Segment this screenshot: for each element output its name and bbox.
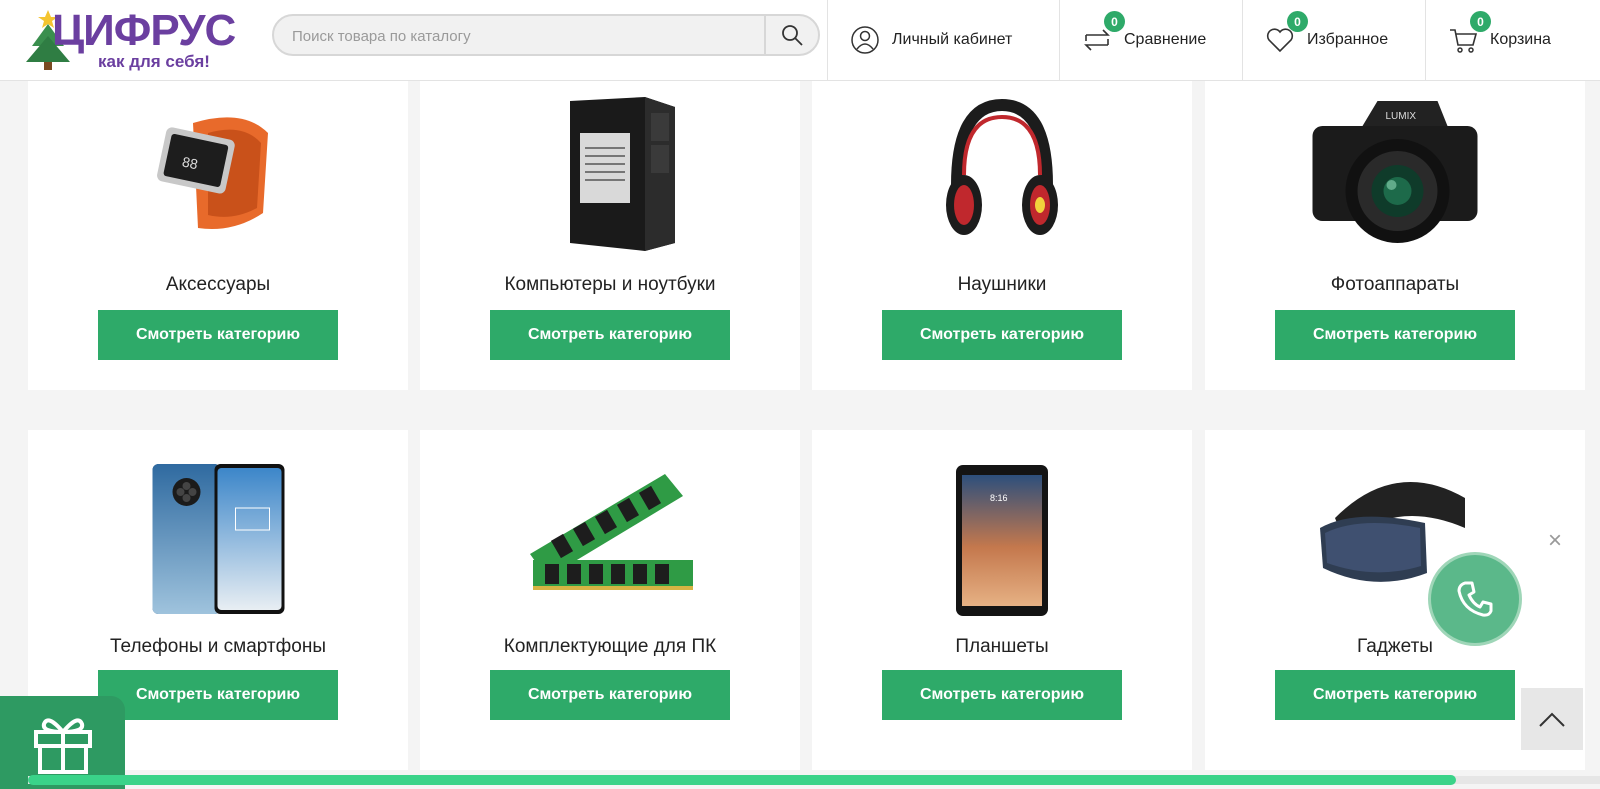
user-icon bbox=[850, 25, 880, 55]
favorites-link[interactable]: 0 Избранное bbox=[1242, 0, 1425, 80]
logo-tagline: как для себя! bbox=[98, 52, 210, 71]
callback-button[interactable] bbox=[1428, 552, 1522, 646]
cart-icon: 0 bbox=[1448, 11, 1491, 55]
view-category-button[interactable]: Смотреть категорию bbox=[98, 670, 338, 720]
heart-icon: 0 bbox=[1265, 11, 1308, 55]
site-logo[interactable]: ЦИФРУС как для себя! bbox=[24, 6, 259, 74]
headphones-image bbox=[946, 98, 1058, 235]
svg-text:8:16: 8:16 bbox=[990, 493, 1008, 503]
scroll-progress-bar bbox=[28, 775, 1456, 785]
compare-label: Сравнение bbox=[1124, 31, 1207, 48]
tablet-image: 8:16 bbox=[956, 465, 1048, 616]
close-callback-icon[interactable]: × bbox=[1548, 527, 1562, 555]
category-card-cameras[interactable]: LUMIX Фотоаппараты Смотреть категорию bbox=[1205, 81, 1585, 390]
cart-link[interactable]: 0 Корзина bbox=[1425, 0, 1600, 80]
ram-modules-image bbox=[530, 474, 693, 590]
smartphone-image bbox=[152, 464, 285, 614]
view-category-button[interactable]: Смотреть категорию bbox=[98, 310, 338, 360]
smartwatch-image: 88 bbox=[157, 117, 268, 229]
view-category-button[interactable]: Смотреть категорию bbox=[1275, 670, 1515, 720]
favorites-label: Избранное bbox=[1307, 31, 1389, 48]
search-button[interactable] bbox=[764, 16, 818, 54]
scroll-to-top-button[interactable] bbox=[1521, 688, 1583, 750]
category-title: Комплектующие для ПК bbox=[503, 636, 717, 657]
compare-arrows-icon: 0 bbox=[1082, 11, 1125, 55]
category-title: Компьютеры и ноутбуки bbox=[504, 274, 716, 295]
svg-text:LUMIX: LUMIX bbox=[1386, 111, 1417, 122]
search-bar bbox=[272, 14, 820, 56]
category-card-tablets[interactable]: 8:16 Планшеты Смотреть категорию bbox=[812, 430, 1192, 770]
gift-icon bbox=[33, 717, 92, 774]
compare-link[interactable]: 0 Сравнение bbox=[1059, 0, 1242, 80]
category-card-computers[interactable]: Компьютеры и ноутбуки Смотреть категорию bbox=[420, 81, 800, 390]
compare-count-badge: 0 bbox=[1104, 11, 1125, 32]
view-category-button[interactable]: Смотреть категорию bbox=[490, 670, 730, 720]
site-header: ЦИФРУС как для себя! Личный кабинет 0 Ср… bbox=[0, 0, 1600, 81]
category-card-accessories[interactable]: 88 Аксессуары Смотреть категорию bbox=[28, 81, 408, 390]
category-title: Наушники bbox=[957, 274, 1047, 295]
view-category-button[interactable]: Смотреть категорию bbox=[490, 310, 730, 360]
category-card-headphones[interactable]: Наушники Смотреть категорию bbox=[812, 81, 1192, 390]
category-card-pc-parts[interactable]: Комплектующие для ПК Смотреть категорию bbox=[420, 430, 800, 770]
category-title: Гаджеты bbox=[1357, 636, 1433, 657]
cart-label: Корзина bbox=[1490, 31, 1551, 48]
account-link[interactable]: Личный кабинет bbox=[827, 0, 1059, 80]
category-title: Телефоны и смартфоны bbox=[110, 636, 326, 657]
cart-count-badge: 0 bbox=[1470, 11, 1491, 32]
favorites-count-badge: 0 bbox=[1287, 11, 1308, 32]
camera-image: LUMIX bbox=[1312, 101, 1478, 243]
chevron-up-icon bbox=[1539, 712, 1565, 727]
pc-tower-image bbox=[570, 97, 675, 251]
logo-wordmark: ЦИФРУС bbox=[52, 6, 236, 55]
account-label: Личный кабинет bbox=[892, 31, 1013, 48]
category-title: Планшеты bbox=[955, 636, 1049, 657]
view-category-button[interactable]: Смотреть категорию bbox=[882, 310, 1122, 360]
category-title: Фотоаппараты bbox=[1330, 274, 1460, 295]
view-category-button[interactable]: Смотреть категорию bbox=[882, 670, 1122, 720]
search-input[interactable] bbox=[292, 25, 732, 47]
category-title: Аксессуары bbox=[165, 274, 271, 295]
phone-icon bbox=[1457, 581, 1493, 617]
view-category-button[interactable]: Смотреть категорию bbox=[1275, 310, 1515, 360]
search-icon bbox=[782, 25, 803, 46]
